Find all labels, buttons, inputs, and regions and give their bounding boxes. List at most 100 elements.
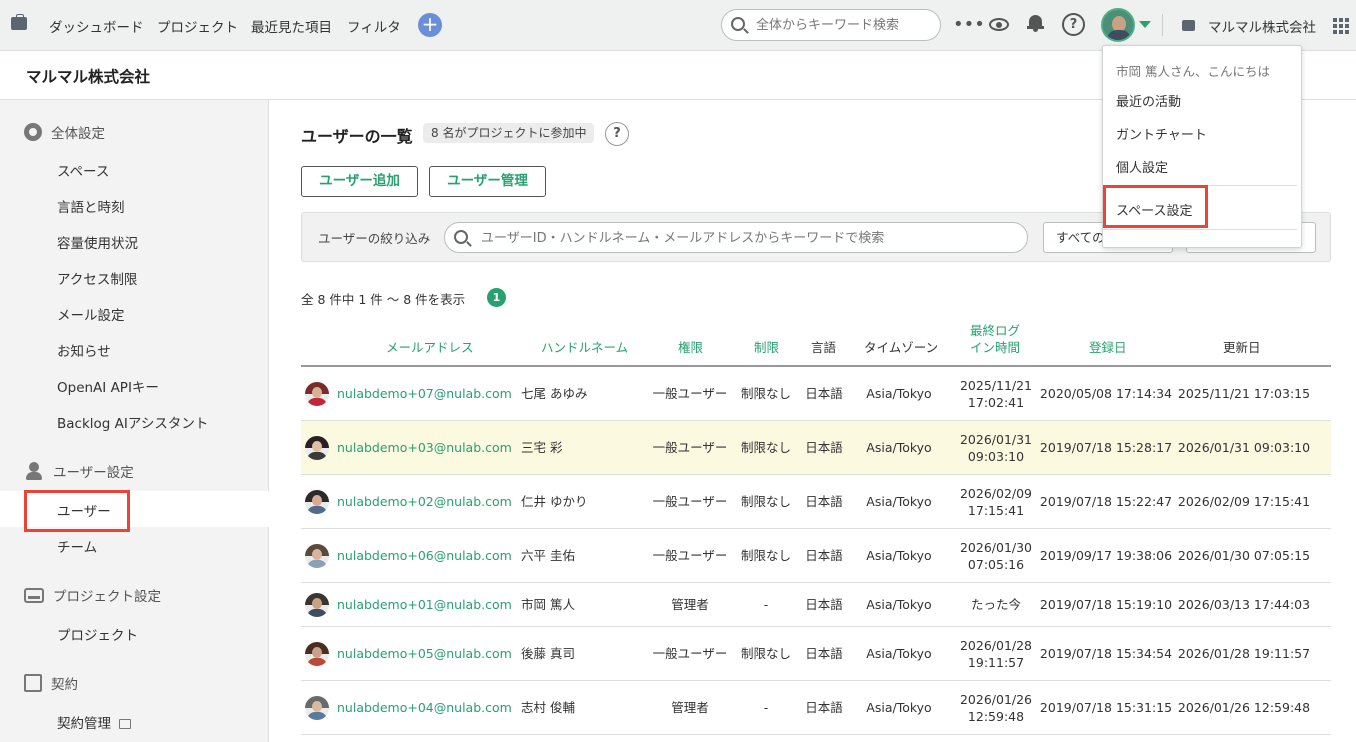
cell-last-login: 2026/02/09 17:15:41 (951, 475, 1041, 528)
cell-registered: 2019/07/18 15:22:47 (1039, 494, 1173, 509)
column-header-handle[interactable]: ハンドルネーム (541, 339, 628, 356)
apps-grid-icon[interactable] (1333, 18, 1349, 34)
highlight-box (1103, 185, 1208, 228)
table-row: nulabdemo+03@nulab.com 三宅 彩一般ユーザー 制限なし 日本語 A… (301, 421, 1331, 475)
global-search-input[interactable] (756, 16, 936, 34)
nav-filter-link[interactable]: フィルタ (347, 16, 401, 36)
cell-registered: 2019/07/18 15:28:17 (1039, 440, 1173, 455)
last-login-date: 2026/01/28 (959, 637, 1033, 653)
cell-language: 日本語 (805, 646, 843, 661)
page-title: ユーザーの一覧 (301, 127, 413, 146)
cell-limit: 制限なし (740, 386, 791, 401)
last-login-time: 09:03:10 (967, 448, 1025, 464)
add-user-button[interactable]: ユーザー追加 (301, 166, 418, 197)
sidebar-item-mail-settings[interactable]: メール設定 (57, 304, 125, 324)
table-row: nulabdemo+07@nulab.com 七尾 あゆみ 一般ユーザー 制限なし 日本… (301, 367, 1331, 421)
global-search-box[interactable] (721, 9, 941, 41)
cell-limit: - (763, 700, 769, 715)
user-search-input[interactable] (481, 229, 1021, 247)
cell-handle: 三宅 彩 (521, 440, 563, 455)
watch-eye-icon[interactable] (989, 18, 1009, 31)
notification-bell-icon[interactable] (1027, 14, 1044, 32)
sidebar-section-label: ユーザー設定 (53, 465, 134, 481)
sidebar-item-ai-assistant[interactable]: Backlog AIアシスタント (57, 412, 208, 432)
sidebar-section-general: 全体設定 (24, 122, 105, 142)
column-header-email[interactable]: メールアドレス (386, 339, 474, 356)
manage-users-button[interactable]: ユーザー管理 (429, 166, 546, 197)
column-header-last-login-line1[interactable]: 最終ログ (970, 322, 1020, 339)
more-menu-icon[interactable]: ••• (953, 14, 985, 35)
result-summary: 全 8 件中 1 件 〜 8 件を表示 (301, 292, 466, 307)
sidebar-item-label: 契約管理 (57, 716, 111, 732)
cell-timezone: Asia/Tokyo (866, 494, 932, 509)
user-avatar (305, 543, 329, 568)
sidebar-item-notices[interactable]: お知らせ (57, 340, 111, 360)
column-header-limit[interactable]: 制限 (754, 339, 779, 356)
cell-language: 日本語 (805, 386, 843, 401)
add-button[interactable]: + (418, 13, 442, 37)
cell-handle: 仁井 ゆかり (521, 494, 588, 509)
nav-projects-link[interactable]: プロジェクト (157, 16, 238, 36)
page-number-button[interactable]: 1 (487, 288, 506, 307)
cell-registered: 2019/07/18 15:19:10 (1039, 597, 1173, 612)
last-login-time: 12:59:48 (967, 708, 1025, 724)
column-header-timezone: タイムゾーン (864, 340, 939, 355)
sidebar-section-contract: 契約 (24, 673, 78, 693)
help-icon[interactable]: ? (605, 122, 629, 146)
user-icon (24, 462, 44, 480)
member-count-badge: 8 名がプロジェクトに参加中 (423, 123, 595, 143)
column-header-language: 言語 (811, 340, 837, 355)
cell-timezone: Asia/Tokyo (866, 386, 932, 401)
briefcase-icon[interactable] (11, 14, 27, 30)
cell-timezone: Asia/Tokyo (866, 440, 932, 455)
table-row: nulabdemo+05@nulab.com 後藤 真司 一般ユーザー 制限なし 日本語… (301, 627, 1331, 681)
cell-updated: 2026/01/31 09:03:10 (1177, 440, 1311, 455)
column-header-role[interactable]: 権限 (678, 339, 703, 356)
search-icon (731, 17, 745, 31)
sidebar-item-openai-key[interactable]: OpenAI APIキー (57, 376, 159, 396)
nav-dashboard-link[interactable]: ダッシュボード (49, 16, 144, 36)
menu-item-gantt-chart[interactable]: ガントチャート (1116, 124, 1207, 143)
menu-item-recent-activity[interactable]: 最近の活動 (1116, 91, 1181, 110)
sidebar-item-teams[interactable]: チーム (57, 536, 97, 556)
last-login-time: 07:05:16 (967, 556, 1025, 572)
sidebar-item-storage[interactable]: 容量使用状況 (57, 232, 138, 252)
cell-role: 一般ユーザー (652, 386, 728, 401)
cell-limit: 制限なし (740, 548, 791, 563)
sidebar-item-language-time[interactable]: 言語と時刻 (57, 196, 125, 216)
cell-registered: 2019/07/18 15:31:15 (1039, 700, 1173, 715)
table-row: nulabdemo+04@nulab.com 志村 俊輔 管理者 - 日本語 Asia/T… (301, 681, 1331, 735)
sidebar-item-contract-management[interactable]: 契約管理 (57, 712, 131, 732)
space-title: マルマル株式会社 (26, 68, 151, 86)
sidebar-section-project-settings: プロジェクト設定 (24, 585, 161, 605)
nav-recent-link[interactable]: 最近見た項目 (251, 16, 332, 36)
user-filter-search[interactable] (444, 222, 1028, 253)
table-row: nulabdemo+01@nulab.com 市岡 篤人 管理者 - 日本語 Asia/T… (301, 583, 1331, 627)
sidebar-item-space[interactable]: スペース (57, 160, 109, 180)
cell-limit: 制限なし (740, 440, 791, 455)
cell-updated: 2026/01/30 07:05:15 (1177, 548, 1311, 563)
column-header-last-login-line2[interactable]: イン時間 (970, 339, 1020, 356)
menu-item-personal-settings[interactable]: 個人設定 (1116, 157, 1168, 176)
cell-role: 管理者 (671, 597, 709, 612)
cell-updated: 2026/01/28 19:11:57 (1177, 646, 1311, 661)
column-header-updated: 更新日 (1223, 340, 1261, 355)
external-link-icon (119, 719, 131, 729)
cell-role: 一般ユーザー (652, 494, 728, 509)
sidebar-item-access-restriction[interactable]: アクセス制限 (57, 268, 137, 288)
cell-updated: 2026/03/13 17:44:03 (1177, 597, 1311, 612)
cell-last-login: たった今 (951, 583, 1041, 626)
cell-limit: 制限なし (740, 646, 791, 661)
divider (1162, 14, 1163, 36)
cell-handle: 六平 圭佑 (521, 548, 575, 563)
company-switcher[interactable]: マルマル株式会社 (1208, 16, 1316, 36)
chevron-down-icon[interactable] (1139, 21, 1151, 28)
cell-role: 一般ユーザー (652, 548, 728, 563)
last-login-date: たった今 (970, 597, 1021, 612)
cell-updated: 2026/02/09 17:15:41 (1177, 494, 1311, 509)
help-icon[interactable]: ? (1062, 13, 1085, 36)
user-avatar-button[interactable] (1101, 8, 1135, 42)
cell-language: 日本語 (805, 700, 843, 715)
column-header-registered[interactable]: 登録日 (1089, 339, 1127, 356)
sidebar-item-projects[interactable]: プロジェクト (57, 624, 138, 644)
